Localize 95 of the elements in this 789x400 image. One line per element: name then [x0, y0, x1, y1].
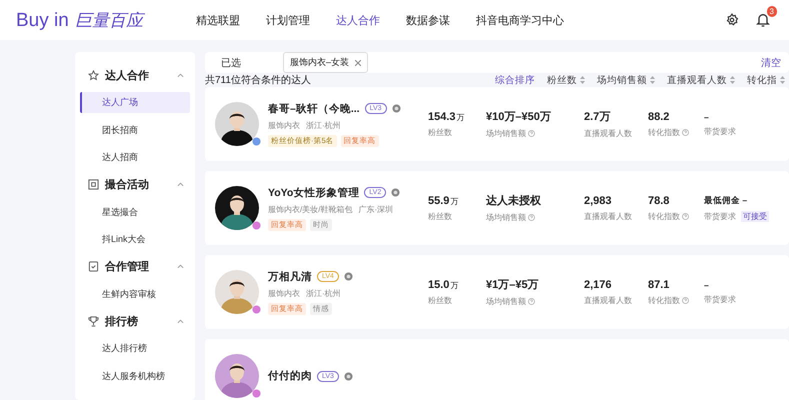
medal-icon: [392, 104, 401, 113]
stat-label: 场均销售额: [486, 128, 526, 139]
section-title: 合作管理: [105, 260, 149, 274]
menu-section[interactable]: 达人合作: [80, 62, 190, 89]
stat-label: 粉丝数: [428, 126, 453, 138]
creator-name[interactable]: YoYo女性形象管理: [268, 186, 360, 200]
menu-item[interactable]: 达人服务机构榜: [80, 365, 190, 387]
creator-name[interactable]: 万相凡清: [268, 270, 312, 284]
sort-icon: [780, 76, 785, 84]
star-icon: [88, 70, 99, 81]
menu-item[interactable]: 生鲜内容审核: [80, 283, 190, 305]
section-title: 达人合作: [105, 68, 149, 83]
menu-section[interactable]: 撮合活动: [80, 172, 190, 198]
location-text: 广东·深圳: [358, 204, 394, 214]
menu-item[interactable]: 抖Link大会: [80, 228, 190, 250]
commission-value: 最低佣金 –: [704, 194, 748, 206]
result-count: 共711位符合条件的达人: [205, 74, 312, 87]
sort-option[interactable]: 综合排序: [495, 74, 535, 86]
conversion-value: 88.2: [648, 110, 670, 122]
menu-section[interactable]: 排行榜: [80, 308, 190, 335]
help-icon: [528, 130, 535, 137]
grid-icon: [88, 179, 99, 190]
creator-name[interactable]: 付付的肉: [268, 369, 312, 383]
category-text: 服饰内衣/美妆/鞋靴箱包: [268, 204, 352, 214]
help-icon: [528, 214, 535, 221]
sort-icon: [650, 76, 655, 84]
help-icon: [682, 296, 689, 304]
location-text: 浙江·杭州: [306, 288, 341, 298]
nav-tab[interactable]: 精选联盟: [196, 12, 240, 28]
nav-tab[interactable]: 计划管理: [266, 12, 310, 28]
viewers-value: 2,983: [584, 194, 613, 206]
document-icon: [88, 261, 99, 272]
filter-label: 已选: [221, 56, 241, 70]
commission-value: –: [704, 112, 710, 122]
sort-option[interactable]: 场均销售额: [597, 74, 655, 86]
stat-label: 场均销售额: [486, 296, 526, 307]
menu-item[interactable]: 星选撮合: [80, 201, 190, 223]
help-icon: [682, 212, 689, 220]
location-text: 浙江·杭州: [306, 120, 341, 130]
viewers-value: 2,176: [584, 278, 613, 290]
section-title: 撮合活动: [105, 178, 149, 192]
medal-icon: [391, 188, 400, 197]
sort-icon: [580, 76, 585, 84]
medal-icon: [344, 372, 353, 380]
category-text: 服饰内衣: [268, 288, 300, 298]
fans-value: 154.3万: [428, 110, 466, 122]
medal-icon: [344, 272, 353, 281]
filter-chip[interactable]: 服饰内衣–女装: [283, 52, 368, 73]
stat-label: 转化指数: [648, 126, 680, 138]
settings-icon[interactable]: [725, 13, 739, 27]
conversion-value: 78.8: [648, 194, 670, 206]
category-text: 服饰内衣: [268, 120, 300, 130]
conversion-value: 87.1: [648, 278, 670, 290]
nav-tab[interactable]: 抖音电商学习中心: [476, 12, 564, 28]
stat-label: 粉丝数: [428, 294, 453, 306]
stat-label: 直播观看人数: [584, 128, 633, 139]
sort-option[interactable]: 转化指: [747, 74, 785, 86]
stat-label: 直播观看人数: [584, 210, 633, 222]
requirement-link[interactable]: 可接受: [741, 210, 769, 222]
stat-label: 直播观看人数: [584, 294, 633, 306]
stat-label: 粉丝数: [428, 210, 453, 222]
stat-label: 转化指数: [648, 210, 680, 222]
fans-value: 55.9万: [428, 194, 460, 206]
nav-tab[interactable]: 数据参谋: [406, 12, 450, 28]
section-title: 排行榜: [105, 314, 138, 329]
sales-value: 达人未授权: [486, 194, 542, 208]
trophy-icon: [88, 316, 99, 327]
clear-link[interactable]: 清空: [761, 56, 781, 70]
stat-label: 带货要求: [704, 126, 736, 136]
stat-label: 场均销售额: [486, 212, 526, 223]
help-icon: [682, 128, 689, 136]
notification-badge: 3: [766, 6, 777, 17]
sales-value: ¥1万–¥5万: [486, 278, 540, 292]
nav-tab[interactable]: 达人合作: [336, 12, 380, 28]
menu-item[interactable]: 团长招商: [80, 119, 190, 141]
sort-option[interactable]: 粉丝数: [547, 74, 585, 86]
logo-text: 巨量百应: [74, 10, 143, 32]
viewers-value: 2.7万: [584, 110, 612, 124]
commission-value: –: [704, 280, 710, 290]
close-icon[interactable]: [355, 60, 362, 66]
logo-text: Buy in: [16, 10, 69, 32]
sales-value: ¥10万–¥50万: [486, 110, 552, 124]
bell-icon[interactable]: [755, 12, 771, 28]
menu-item[interactable]: 达人招商: [80, 146, 190, 169]
sort-icon: [730, 76, 735, 84]
creator-name[interactable]: 春哥–耿轩（今晚...: [268, 102, 360, 116]
help-icon: [528, 298, 535, 305]
stat-label: 带货要求: [704, 210, 736, 222]
menu-item[interactable]: 达人广场: [80, 92, 190, 114]
menu-section[interactable]: 合作管理: [80, 254, 190, 280]
sort-option[interactable]: 直播观看人数: [667, 74, 735, 86]
stat-label: 带货要求: [704, 294, 736, 304]
stat-label: 转化指数: [648, 294, 680, 306]
menu-item[interactable]: 达人排行榜: [80, 338, 190, 360]
fans-value: 15.0万: [428, 278, 460, 290]
